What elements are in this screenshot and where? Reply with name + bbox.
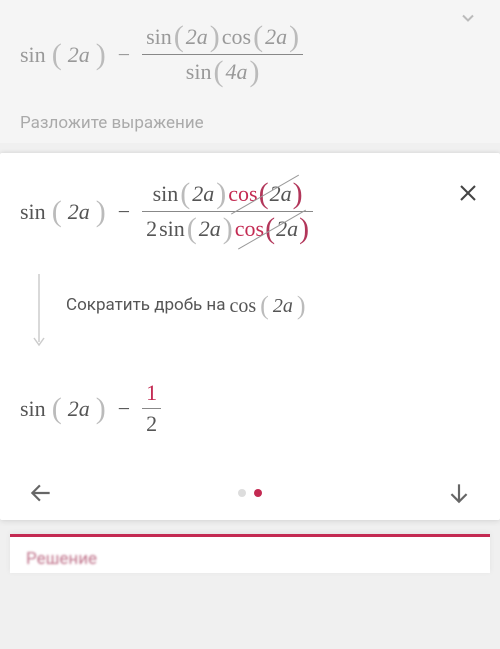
paren-open: ( <box>260 293 269 319</box>
result-expression: sin ( 2a ) − 1 2 <box>20 378 480 440</box>
paren-close: ) <box>289 22 299 52</box>
denominator-two: 2 <box>142 409 161 439</box>
paren-open: ( <box>52 40 62 70</box>
sin-label: sin <box>20 42 46 68</box>
cancelled-cos-2a-den: cos ( 2a ) <box>235 214 309 244</box>
paren-close: ) <box>293 179 303 209</box>
paren-close: ) <box>210 22 220 52</box>
arg-4a: 4a <box>225 59 247 85</box>
paren-open: ( <box>174 22 184 52</box>
paren-close: ) <box>96 40 106 70</box>
nav-back-button[interactable] <box>28 480 54 506</box>
arg-2a: 2a <box>265 24 287 50</box>
arg-2a: 2a <box>68 42 90 68</box>
fraction: sin ( 2a ) cos ( 2a ) 2 sin ( 2a ) cos <box>142 177 313 246</box>
step-arg-2a: 2a <box>273 290 293 322</box>
expanded-expression: sin ( 2a ) − sin ( 2a ) cos ( 2a ) 2 sin <box>20 177 480 246</box>
arg-2a: 2a <box>68 199 90 225</box>
paren-close: ) <box>299 214 309 244</box>
minus-sign: − <box>118 396 130 422</box>
paren-close: ) <box>96 197 106 227</box>
cos-label: cos <box>228 181 257 207</box>
paren-open: ( <box>52 197 62 227</box>
sin-label: sin <box>20 396 46 422</box>
cos-label: cos <box>222 24 251 50</box>
minus-sign: − <box>118 199 130 225</box>
paren-open: ( <box>213 57 223 87</box>
sin-label: sin <box>146 24 172 50</box>
step-dots <box>238 489 262 497</box>
sin-label: sin <box>159 216 185 242</box>
sin-label: sin <box>20 199 46 225</box>
fraction: sin ( 2a ) cos ( 2a ) sin ( 4a ) <box>142 20 303 89</box>
top-formula-section: sin ( 2a ) − sin ( 2a ) cos ( 2a ) sin (… <box>0 0 500 143</box>
solution-label: Решение <box>26 549 474 569</box>
arrow-down-icon <box>32 272 46 348</box>
paren-open: ( <box>180 179 190 209</box>
arg-2a: 2a <box>186 24 208 50</box>
step-description-row: Сократить дробь на cos ( 2a ) <box>32 272 480 348</box>
fraction-half: 1 2 <box>142 378 161 440</box>
chevron-down-icon[interactable] <box>458 8 478 28</box>
step-cos-label: cos <box>229 290 256 322</box>
paren-open: ( <box>187 214 197 244</box>
paren-close: ) <box>223 214 233 244</box>
step-nav <box>20 480 480 506</box>
arg-2a: 2a <box>270 181 292 207</box>
arg-2a: 2a <box>276 216 298 242</box>
original-expression: sin ( 2a ) − sin ( 2a ) cos ( 2a ) sin (… <box>20 20 480 89</box>
cancelled-cos-2a-num: cos ( 2a ) <box>228 179 302 209</box>
sin-label: sin <box>153 181 179 207</box>
arg-2a: 2a <box>68 396 90 422</box>
instruction-text: Разложите выражение <box>20 113 480 133</box>
paren-close: ) <box>216 179 226 209</box>
step-text-prefix: Сократить дробь на <box>66 292 225 319</box>
paren-close: ) <box>297 293 306 319</box>
minus-sign: − <box>118 42 130 68</box>
solution-peek[interactable]: Решение <box>10 534 490 573</box>
arg-2a: 2a <box>199 216 221 242</box>
paren-open: ( <box>253 22 263 52</box>
paren-open: ( <box>259 179 269 209</box>
dot-1[interactable] <box>238 489 246 497</box>
arg-2a: 2a <box>192 181 214 207</box>
numerator-one: 1 <box>142 378 161 408</box>
paren-close: ) <box>249 57 259 87</box>
cos-label: cos <box>235 216 264 242</box>
paren-open: ( <box>52 394 62 424</box>
nav-down-button[interactable] <box>446 480 472 506</box>
sin-label: sin <box>186 59 212 85</box>
paren-close: ) <box>96 394 106 424</box>
step-card: sin ( 2a ) − sin ( 2a ) cos ( 2a ) 2 sin <box>0 153 500 520</box>
coef-2: 2 <box>146 216 157 242</box>
close-icon[interactable] <box>456 181 480 205</box>
paren-open: ( <box>265 214 275 244</box>
step-description: Сократить дробь на cos ( 2a ) <box>66 272 306 322</box>
dot-2[interactable] <box>254 489 262 497</box>
